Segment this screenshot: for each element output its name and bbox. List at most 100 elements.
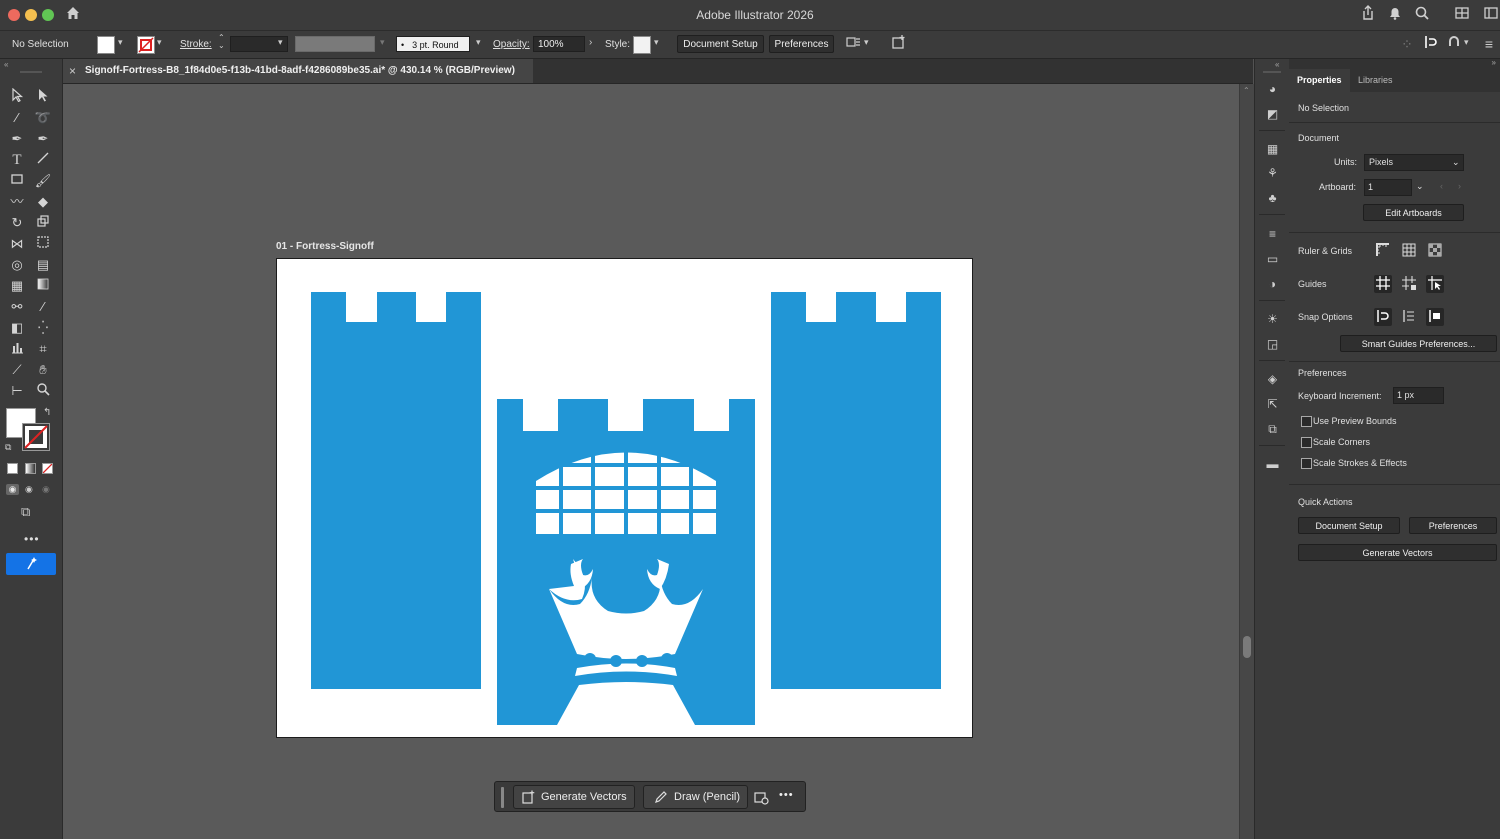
scale-strokes-effects-checkbox[interactable] [1301, 458, 1312, 469]
screen-mode-icon[interactable]: ⧉ [21, 504, 30, 520]
gradient-panel-icon[interactable]: ▭ [1264, 251, 1281, 267]
hand-tool-icon[interactable]: ✋︎ [33, 361, 53, 379]
artboard[interactable] [276, 258, 973, 738]
brush-definition-field[interactable]: • 3 pt. Round [396, 36, 470, 52]
snap-to-pixel-icon[interactable] [1426, 308, 1444, 326]
appearance-icon[interactable]: ☀ [1264, 311, 1281, 327]
opacity-label[interactable]: Opacity: [493, 39, 530, 50]
rotate-tool-icon[interactable]: ↻ [7, 214, 27, 232]
tab-libraries[interactable]: Libraries [1350, 69, 1500, 92]
shape-builder-tool-icon[interactable]: ◎ [7, 256, 27, 274]
symbol-sprayer-tool-icon[interactable]: ⁛ [33, 319, 53, 337]
quick-generate-vectors-button[interactable]: Generate Vectors [1298, 544, 1497, 561]
type-tool-icon[interactable]: T [7, 151, 27, 169]
image-settings-icon[interactable] [754, 790, 769, 810]
line-segment-tool-icon[interactable] [33, 151, 53, 169]
keyboard-increment-field[interactable]: 1 px [1393, 387, 1444, 404]
chevron-down-icon[interactable]: ▾ [864, 37, 869, 48]
scale-corners-checkbox[interactable] [1301, 437, 1312, 448]
color-guide-icon[interactable]: ◕ [1264, 81, 1281, 97]
scroll-up-icon[interactable]: ⌃ [1243, 86, 1250, 95]
quick-preferences-button[interactable]: Preferences [1409, 517, 1497, 534]
zoom-tool-icon[interactable] [33, 382, 53, 400]
direct-selection-tool-icon[interactable] [33, 88, 53, 106]
asset-export-icon[interactable]: ◩ [1264, 106, 1281, 122]
panel-toggle-icon[interactable] [1481, 5, 1500, 25]
blend-tool-icon[interactable]: ⚯ [7, 298, 27, 316]
panel-grip[interactable] [1263, 71, 1281, 73]
live-paint-bucket-tool-icon[interactable]: ◧ [7, 319, 27, 337]
chevron-down-icon[interactable]: ▾ [476, 37, 481, 48]
slice-tool-icon[interactable]: ⟋ [7, 361, 27, 379]
gradient-tool-icon[interactable] [33, 277, 53, 295]
snap-to-point-icon[interactable] [1421, 34, 1441, 54]
quick-document-setup-button[interactable]: Document Setup [1298, 517, 1400, 534]
transparency-grid-icon[interactable] [1426, 242, 1444, 260]
chevron-down-icon[interactable]: ▾ [278, 37, 283, 48]
shaper-tool-icon[interactable]: 〰 [7, 193, 27, 211]
use-preview-bounds-label[interactable]: Use Preview Bounds [1313, 416, 1397, 426]
scale-corners-label[interactable]: Scale Corners [1313, 437, 1370, 447]
rectangle-tool-icon[interactable] [7, 172, 27, 190]
smart-guides-icon[interactable] [1426, 275, 1444, 293]
snap-to-grid-icon[interactable] [1400, 308, 1418, 326]
stroke-panel-icon[interactable]: ≡ [1264, 226, 1281, 242]
more-options-icon[interactable]: ••• [779, 789, 794, 801]
smart-guides-preferences-button[interactable]: Smart Guides Preferences... [1340, 335, 1497, 352]
free-transform-tool-icon[interactable] [33, 235, 53, 253]
preferences-button[interactable]: Preferences [769, 35, 834, 53]
drag-handle[interactable] [501, 787, 504, 808]
transparency-icon[interactable]: ◑ [1264, 276, 1281, 292]
gradient-mode-icon[interactable] [25, 463, 36, 474]
draw-pencil-button[interactable]: Draw (Pencil) [643, 785, 748, 809]
chevron-right-icon[interactable]: › [589, 37, 592, 48]
artboards-icon[interactable]: ⧉ [1264, 421, 1281, 437]
vertical-scrollbar[interactable]: ⌃ [1239, 84, 1254, 839]
chevron-down-icon[interactable]: ▾ [118, 37, 123, 48]
scale-strokes-effects-label[interactable]: Scale Strokes & Effects [1313, 458, 1407, 468]
symbols-icon[interactable]: ♣ [1264, 190, 1281, 206]
stroke-swatch[interactable] [137, 36, 155, 54]
default-fill-stroke-icon[interactable]: ⧉ [5, 442, 11, 453]
generate-vectors-icon[interactable] [889, 34, 909, 54]
width-tool-icon[interactable]: ⋈ [7, 235, 27, 253]
none-mode-icon[interactable] [42, 463, 53, 474]
show-guides-icon[interactable] [1374, 275, 1392, 293]
units-dropdown[interactable]: Pixels ⌄ [1364, 154, 1464, 171]
generate-vectors-button[interactable]: Generate Vectors [513, 785, 635, 809]
lock-guides-icon[interactable] [1400, 275, 1418, 293]
arrange-documents-icon[interactable] [843, 34, 863, 54]
ruler-icon[interactable] [1374, 242, 1392, 260]
style-swatch[interactable] [633, 36, 651, 54]
document-setup-button[interactable]: Document Setup [677, 35, 764, 53]
draw-normal-icon[interactable]: ◉ [6, 484, 19, 495]
collapse-panel-icon[interactable]: » [1492, 58, 1496, 67]
rotate-view-tool-icon[interactable]: ⊢ [7, 382, 27, 400]
use-preview-bounds-checkbox[interactable] [1301, 416, 1312, 427]
variable-width-profile[interactable] [295, 36, 375, 52]
edit-artboards-button[interactable]: Edit Artboards [1363, 204, 1464, 221]
layers-icon[interactable]: ◈ [1264, 371, 1281, 387]
stroke-label[interactable]: Stroke: [180, 39, 212, 50]
scale-tool-icon[interactable] [33, 214, 53, 232]
artboard-field[interactable]: 1 [1364, 179, 1412, 196]
comments-icon[interactable]: ▬ [1264, 456, 1281, 472]
eraser-tool-icon[interactable]: ◆ [33, 193, 53, 211]
swatches-icon[interactable]: ▦ [1264, 141, 1281, 157]
lasso-tool-icon[interactable]: ➰ [33, 109, 53, 127]
perspective-grid-tool-icon[interactable]: ▤ [33, 256, 53, 274]
fortress-artwork[interactable] [277, 259, 974, 739]
grid-icon[interactable] [1400, 242, 1418, 260]
workspace-layout-icon[interactable] [1452, 5, 1472, 25]
eyedropper-tool-icon[interactable]: ⁄ [33, 298, 53, 316]
bell-icon[interactable] [1385, 5, 1405, 25]
mesh-tool-icon[interactable]: ▦ [7, 277, 27, 295]
chevron-down-icon[interactable]: ▾ [654, 37, 659, 48]
graphic-styles-icon[interactable]: ◲ [1264, 336, 1281, 352]
opacity-field[interactable]: 100% [533, 36, 585, 52]
stroke-color-swatch[interactable] [22, 423, 50, 451]
snap-to-point-icon[interactable] [1374, 308, 1392, 326]
generative-ai-button[interactable] [6, 553, 56, 575]
column-graph-tool-icon[interactable] [7, 340, 27, 358]
draw-inside-icon[interactable]: ◉ [42, 484, 50, 495]
